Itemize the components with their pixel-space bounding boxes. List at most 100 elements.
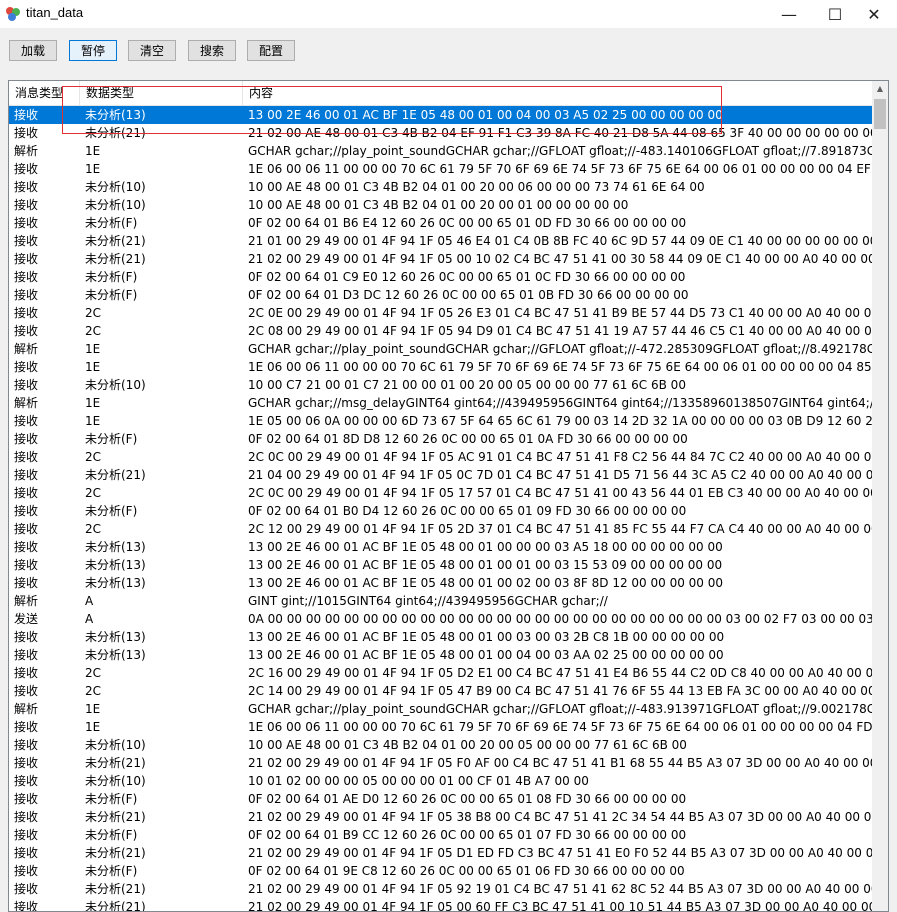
clear-button[interactable]: 清空 (128, 40, 176, 61)
table-row[interactable]: 接收 未分析(10) 10 01 02 00 00 00 05 00 00 00 0… (9, 772, 874, 790)
table-row[interactable]: 接收 未分析(F) 0F 02 00 64 01 B0 D4 12 60 26 0C… (9, 502, 874, 520)
data-type-cell: 未分析(21) (85, 756, 146, 770)
minimize-button[interactable]: — (766, 0, 812, 28)
table-row[interactable]: 接收 未分析(13) 13 00 2E 46 00 01 AC BF 1E 05 4… (9, 556, 874, 574)
table-row[interactable]: 接收 未分析(10) 10 00 AE 48 00 01 C3 4B B2 04 0… (9, 178, 874, 196)
table-row[interactable]: 接收 2C 2C 0C 00 29 49 00 01 4F 94 1F 05 17 … (9, 484, 874, 502)
message-list[interactable]: 消息类型 数据类型 内容 接收 未分析(13) 13 00 2E 46 00 01 … (8, 80, 889, 912)
content-cell: 0F 02 00 64 01 9E C8 12 60 26 0C 00 00 6… (248, 864, 685, 878)
data-type-cell: 未分析(21) (85, 900, 146, 912)
message-type-cell: 接收 (14, 180, 39, 194)
table-row[interactable]: 接收 未分析(21) 21 02 00 29 49 00 01 4F 94 1F 0… (9, 754, 874, 772)
config-button[interactable]: 配置 (247, 40, 295, 61)
table-row[interactable]: 接收 2C 2C 08 00 29 49 00 01 4F 94 1F 05 94 … (9, 322, 874, 340)
table-row[interactable]: 接收 未分析(13) 13 00 2E 46 00 01 AC BF 1E 05 4… (9, 646, 874, 664)
data-type-cell: 未分析(21) (85, 846, 146, 860)
content-cell: 1E 05 00 06 0A 00 00 00 6D 73 67 5F 64 6… (248, 414, 874, 428)
table-row[interactable]: 接收 未分析(21) 21 02 00 29 49 00 01 4F 94 1F 0… (9, 808, 874, 826)
content-cell: 13 00 2E 46 00 01 AC BF 1E 05 48 00 01 0… (248, 540, 723, 554)
table-row[interactable]: 接收 未分析(F) 0F 02 00 64 01 B6 E4 12 60 26 0C… (9, 214, 874, 232)
content-cell: 21 02 00 29 49 00 01 4F 94 1F 05 D1 ED F… (248, 846, 874, 860)
table-row[interactable]: 接收 未分析(21) 21 02 00 AE 48 00 01 C3 4B B2 0… (9, 124, 874, 142)
message-type-cell: 接收 (14, 378, 39, 392)
content-cell: 2C 16 00 29 49 00 01 4F 94 1F 05 D2 E1 0… (248, 666, 874, 680)
close-button[interactable]: ✕ (851, 0, 897, 28)
table-row[interactable]: 接收 未分析(F) 0F 02 00 64 01 9E C8 12 60 26 0C… (9, 862, 874, 880)
table-row[interactable]: 接收 未分析(21) 21 02 00 29 49 00 01 4F 94 1F 0… (9, 880, 874, 898)
message-type-cell: 解析 (14, 702, 39, 716)
message-type-cell: 接收 (14, 414, 39, 428)
table-row[interactable]: 接收 未分析(10) 10 00 AE 48 00 01 C3 4B B2 04 0… (9, 196, 874, 214)
pause-button[interactable]: 暂停 (69, 40, 117, 61)
message-type-cell: 接收 (14, 648, 39, 662)
content-cell: GCHAR gchar;//play_point_soundGCHAR gcha… (248, 702, 874, 716)
data-type-cell: 1E (85, 720, 101, 734)
data-type-cell: 未分析(F) (85, 504, 138, 518)
table-row[interactable]: 接收 2C 2C 0E 00 29 49 00 01 4F 94 1F 05 26 … (9, 304, 874, 322)
content-cell: 1E 06 00 06 11 00 00 00 70 6C 61 79 5F 7… (248, 360, 874, 374)
message-type-cell: 接收 (14, 504, 39, 518)
table-row[interactable]: 接收 1E 1E 06 00 06 11 00 00 00 70 6C 61 79 … (9, 718, 874, 736)
load-button[interactable]: 加载 (9, 40, 57, 61)
table-row[interactable]: 接收 未分析(F) 0F 02 00 64 01 AE D0 12 60 26 0C… (9, 790, 874, 808)
data-type-cell: 未分析(10) (85, 774, 146, 788)
content-cell: 2C 12 00 29 49 00 01 4F 94 1F 05 2D 37 0… (248, 522, 874, 536)
table-row[interactable]: 接收 未分析(F) 0F 02 00 64 01 D3 DC 12 60 26 0C… (9, 286, 874, 304)
search-button[interactable]: 搜索 (188, 40, 236, 61)
message-type-cell: 接收 (14, 810, 39, 824)
data-type-cell: 未分析(21) (85, 810, 146, 824)
table-row[interactable]: 接收 未分析(21) 21 02 00 29 49 00 01 4F 94 1F 0… (9, 250, 874, 268)
table-row[interactable]: 接收 1E 1E 05 00 06 0A 00 00 00 6D 73 67 5F … (9, 412, 874, 430)
message-type-cell: 接收 (14, 234, 39, 248)
data-type-cell: 2C (85, 684, 102, 698)
table-row[interactable]: 接收 未分析(21) 21 02 00 29 49 00 01 4F 94 1F 0… (9, 898, 874, 912)
data-type-cell: 未分析(10) (85, 378, 146, 392)
data-type-cell: 未分析(13) (85, 630, 146, 644)
table-row[interactable]: 接收 2C 2C 16 00 29 49 00 01 4F 94 1F 05 D2 … (9, 664, 874, 682)
content-cell: 0F 02 00 64 01 B6 E4 12 60 26 0C 00 00 6… (248, 216, 687, 230)
data-type-cell: 2C (85, 450, 102, 464)
table-row[interactable]: 解析 1E GCHAR gchar;//play_point_soundGCHAR … (9, 142, 874, 160)
table-row[interactable]: 解析 1E GCHAR gchar;//play_point_soundGCHAR … (9, 700, 874, 718)
table-row[interactable]: 接收 2C 2C 0C 00 29 49 00 01 4F 94 1F 05 AC … (9, 448, 874, 466)
scroll-up-arrow-icon[interactable]: ▲ (872, 81, 888, 97)
table-row[interactable]: 接收 1E 1E 06 00 06 11 00 00 00 70 6C 61 79 … (9, 160, 874, 178)
table-row[interactable]: 解析 1E GCHAR gchar;//msg_delayGINT64 gint64… (9, 394, 874, 412)
message-type-cell: 接收 (14, 630, 39, 644)
window-title: titan_data (26, 5, 84, 20)
table-row[interactable]: 接收 未分析(F) 0F 02 00 64 01 8D D8 12 60 26 0C… (9, 430, 874, 448)
message-type-cell: 接收 (14, 882, 39, 896)
table-row[interactable]: 解析 A GINT gint;//1015GINT64 gint64;//43949… (9, 592, 874, 610)
table-row[interactable]: 接收 未分析(10) 10 00 C7 21 00 01 C7 21 00 00 0… (9, 376, 874, 394)
table-row[interactable]: 接收 未分析(13) 13 00 2E 46 00 01 AC BF 1E 05 4… (9, 538, 874, 556)
table-row[interactable]: 接收 未分析(F) 0F 02 00 64 01 C9 E0 12 60 26 0C… (9, 268, 874, 286)
message-type-cell: 接收 (14, 108, 39, 122)
column-header-data-type[interactable]: 数据类型 (80, 81, 243, 105)
content-cell: 21 02 00 29 49 00 01 4F 94 1F 05 00 10 0… (248, 252, 874, 266)
data-type-cell: 2C (85, 306, 102, 320)
table-row[interactable]: 接收 未分析(F) 0F 02 00 64 01 B9 CC 12 60 26 0C… (9, 826, 874, 844)
data-type-cell: 2C (85, 486, 102, 500)
table-row[interactable]: 接收 未分析(21) 21 02 00 29 49 00 01 4F 94 1F 0… (9, 844, 874, 862)
message-type-cell: 接收 (14, 252, 39, 266)
content-cell: 21 02 00 29 49 00 01 4F 94 1F 05 F0 AF 0… (248, 756, 874, 770)
message-type-cell: 接收 (14, 360, 39, 374)
table-row[interactable]: 发送 A 0A 00 00 00 00 00 00 00 00 00 00 00 0… (9, 610, 874, 628)
column-header-message-type[interactable]: 消息类型 (9, 81, 80, 105)
table-row[interactable]: 接收 2C 2C 14 00 29 49 00 01 4F 94 1F 05 47 … (9, 682, 874, 700)
table-row[interactable]: 接收 未分析(21) 21 01 00 29 49 00 01 4F 94 1F 0… (9, 232, 874, 250)
table-row[interactable]: 接收 1E 1E 06 00 06 11 00 00 00 70 6C 61 79 … (9, 358, 874, 376)
table-row[interactable]: 解析 1E GCHAR gchar;//play_point_soundGCHAR … (9, 340, 874, 358)
message-type-cell: 接收 (14, 720, 39, 734)
table-row[interactable]: 接收 未分析(13) 13 00 2E 46 00 01 AC BF 1E 05 4… (9, 628, 874, 646)
message-type-cell: 接收 (14, 432, 39, 446)
table-row[interactable]: 接收 未分析(21) 21 04 00 29 49 00 01 4F 94 1F 0… (9, 466, 874, 484)
table-row[interactable]: 接收 未分析(13) 13 00 2E 46 00 01 AC BF 1E 05 4… (9, 574, 874, 592)
table-row[interactable]: 接收 2C 2C 12 00 29 49 00 01 4F 94 1F 05 2D … (9, 520, 874, 538)
table-row[interactable]: 接收 未分析(10) 10 00 AE 48 00 01 C3 4B B2 04 0… (9, 736, 874, 754)
column-header-content[interactable]: 内容 (243, 81, 874, 105)
scroll-thumb[interactable] (874, 99, 886, 129)
vertical-scrollbar[interactable]: ▲ (872, 81, 888, 911)
content-cell: GCHAR gchar;//msg_delayGINT64 gint64;//4… (248, 396, 874, 410)
table-row[interactable]: 接收 未分析(13) 13 00 2E 46 00 01 AC BF 1E 05 4… (9, 106, 874, 124)
